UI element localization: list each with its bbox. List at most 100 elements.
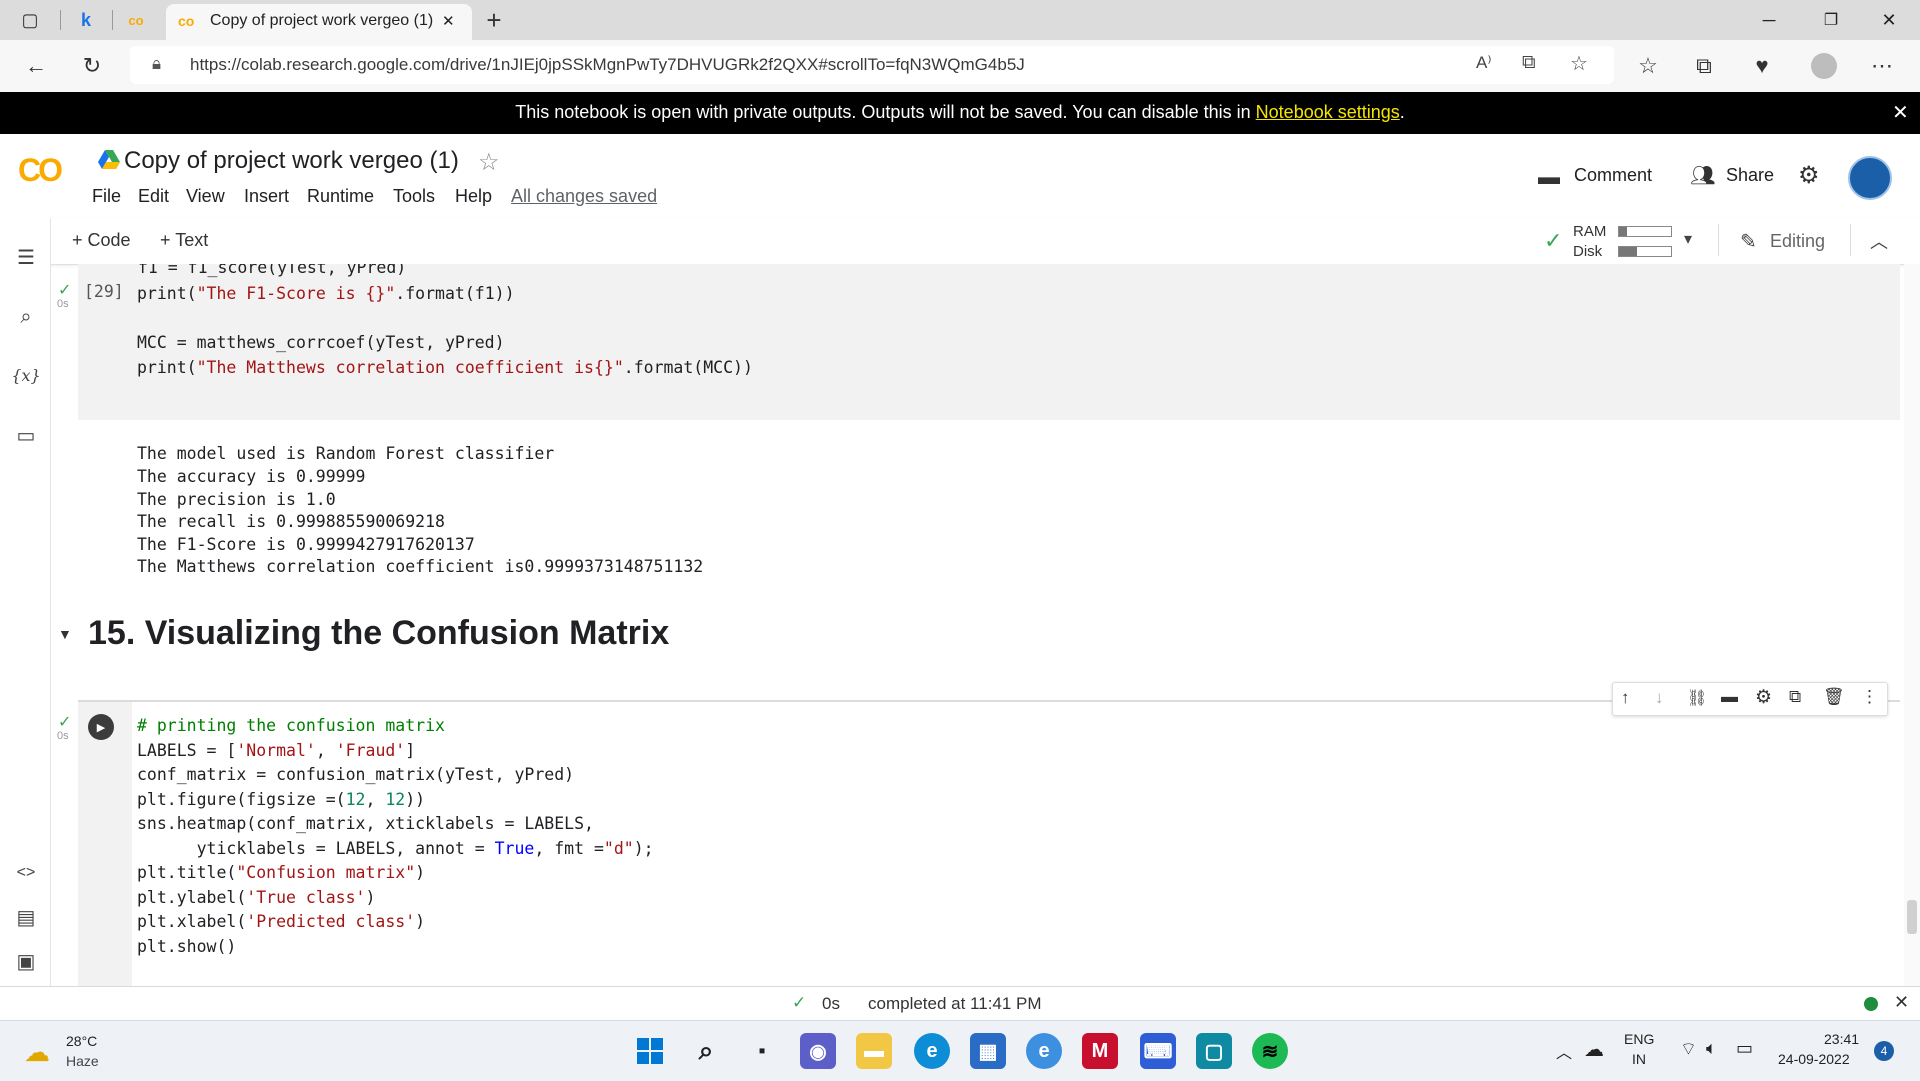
- teams-chat-icon[interactable]: ◉: [800, 1033, 836, 1069]
- status-close-icon[interactable]: ✕: [1894, 992, 1909, 1013]
- cell-settings-icon[interactable]: ⚙: [1755, 686, 1772, 709]
- wifi-icon[interactable]: ⌔: [1680, 1038, 1697, 1061]
- table-of-contents-icon[interactable]: ☰: [13, 244, 39, 270]
- settings-gear-icon[interactable]: ⚙: [1798, 161, 1820, 190]
- notebook-title[interactable]: Copy of project work vergeo (1): [124, 147, 459, 175]
- collapse-header-icon[interactable]: ︿: [1870, 228, 1888, 254]
- search-icon[interactable]: ⌕: [13, 304, 39, 330]
- move-cell-up-icon[interactable]: ↑: [1621, 688, 1630, 708]
- back-arrow-icon[interactable]: ←: [20, 50, 52, 82]
- notebook-settings-link[interactable]: Notebook settings: [1256, 102, 1400, 122]
- add-text-button[interactable]: + Text: [160, 230, 208, 251]
- star-icon[interactable]: ☆: [478, 148, 500, 177]
- variables-icon[interactable]: {x}: [11, 362, 40, 388]
- refresh-icon[interactable]: ↻: [76, 50, 108, 82]
- editing-mode-button[interactable]: Editing: [1770, 231, 1825, 252]
- code-editor[interactable]: # printing the confusion matrix LABELS =…: [132, 702, 1900, 986]
- clock-date[interactable]: 24-09-2022: [1778, 1051, 1850, 1067]
- restore-icon[interactable]: ❐: [1808, 6, 1854, 34]
- spotify-icon[interactable]: ≋: [1252, 1033, 1288, 1069]
- immersive-reader-icon[interactable]: ⧉: [1522, 52, 1536, 74]
- favorites-icon[interactable]: ☆: [1632, 50, 1664, 82]
- taskbar-search-icon[interactable]: ⌕: [688, 1033, 724, 1069]
- menu-file[interactable]: File: [92, 186, 121, 207]
- run-cell-button[interactable]: ▶: [88, 714, 114, 740]
- kaggle-tab-icon[interactable]: k: [74, 8, 98, 32]
- notification-badge[interactable]: 4: [1874, 1041, 1894, 1061]
- browser-essentials-icon[interactable]: ♥: [1746, 50, 1778, 82]
- show-hidden-icons-icon[interactable]: ︿: [1556, 1039, 1572, 1063]
- menu-edit[interactable]: Edit: [138, 186, 169, 207]
- share-people-icon[interactable]: 👥︎: [1690, 163, 1715, 188]
- region-label[interactable]: IN: [1632, 1051, 1646, 1067]
- notebook-scrollbar[interactable]: [1904, 264, 1920, 986]
- file-explorer-icon[interactable]: ▬: [856, 1033, 892, 1069]
- task-view-icon[interactable]: ▪: [744, 1033, 780, 1069]
- output-line: The recall is 0.999885590069218: [137, 512, 445, 531]
- status-completed-text[interactable]: completed at 11:41 PM: [868, 994, 1042, 1014]
- active-tab[interactable]: co Copy of project work vergeo (1) ✕: [166, 4, 472, 40]
- collections-icon[interactable]: ⧉: [1688, 50, 1720, 82]
- menu-tools[interactable]: Tools: [393, 186, 435, 207]
- battery-icon[interactable]: ▭: [1736, 1038, 1753, 1059]
- comment-cell-icon[interactable]: ▬: [1721, 687, 1738, 707]
- code-cell-29[interactable]: f1 = f1_score(yTest, yPred) print("The F…: [78, 264, 1900, 420]
- onedrive-icon[interactable]: ☁: [1584, 1037, 1604, 1062]
- weather-icon[interactable]: ☁: [24, 1037, 50, 1068]
- command-palette-icon[interactable]: ▤: [13, 904, 39, 930]
- profile-avatar-icon[interactable]: [1808, 50, 1840, 82]
- add-favorite-icon[interactable]: ☆: [1570, 51, 1588, 76]
- scrollbar-thumb[interactable]: [1907, 900, 1917, 934]
- weather-condition[interactable]: Haze: [66, 1053, 99, 1069]
- minimize-icon[interactable]: ─: [1746, 6, 1792, 34]
- link-icon[interactable]: ⛓: [1687, 688, 1707, 708]
- save-status-link[interactable]: All changes saved: [511, 186, 657, 207]
- tab-divider: [60, 10, 61, 30]
- settings-more-icon[interactable]: ⋯: [1866, 50, 1898, 82]
- tab-actions-icon[interactable]: ▢: [18, 8, 42, 32]
- code-cell-confusion-matrix[interactable]: ▶ # printing the confusion matrix LABELS…: [78, 700, 1900, 986]
- edge-browser-icon[interactable]: e: [914, 1033, 950, 1069]
- comment-icon[interactable]: ▬: [1538, 164, 1560, 190]
- menu-runtime[interactable]: Runtime: [307, 186, 374, 207]
- section-collapse-icon[interactable]: ▼: [58, 626, 72, 642]
- new-tab-button[interactable]: +: [482, 5, 506, 35]
- code-line: sns.heatmap(conf_matrix, xticklabels = L…: [137, 814, 594, 833]
- tab-divider: [112, 10, 113, 30]
- code-line: conf_matrix = confusion_matrix(yTest, yP…: [137, 765, 575, 784]
- photos-icon[interactable]: e: [1026, 1033, 1062, 1069]
- language-label[interactable]: ENG: [1624, 1031, 1654, 1047]
- clock-time[interactable]: 23:41: [1824, 1031, 1859, 1047]
- user-avatar[interactable]: [1848, 156, 1892, 200]
- delete-cell-icon[interactable]: 🗑︎: [1823, 687, 1845, 707]
- colab-tab-icon[interactable]: co: [124, 8, 148, 32]
- code-snippets-icon[interactable]: <>: [13, 860, 39, 886]
- mirror-cell-icon[interactable]: ⧉: [1789, 687, 1801, 707]
- url-input[interactable]: 🔒︎ https://colab.research.google.com/dri…: [130, 46, 1614, 84]
- tab-close-icon[interactable]: ✕: [442, 12, 455, 30]
- runtime-connected-dot: [1864, 997, 1878, 1011]
- more-options-icon[interactable]: ⋮: [1861, 687, 1878, 707]
- terminal-icon[interactable]: ▣: [13, 948, 39, 974]
- read-aloud-icon[interactable]: A⁾: [1476, 53, 1492, 73]
- window-close-icon[interactable]: ✕: [1866, 6, 1912, 34]
- volume-icon[interactable]: 🔈︎: [1706, 1038, 1717, 1059]
- quick-assist-icon[interactable]: ⌨: [1140, 1033, 1176, 1069]
- share-button[interactable]: Share: [1726, 165, 1774, 186]
- files-folder-icon[interactable]: ▭: [13, 422, 39, 448]
- menu-view[interactable]: View: [186, 186, 225, 207]
- start-windows-icon[interactable]: [632, 1033, 668, 1069]
- teal-app-icon[interactable]: ▢: [1196, 1033, 1232, 1069]
- menu-help[interactable]: Help: [455, 186, 492, 207]
- weather-temp[interactable]: 28°C: [66, 1033, 97, 1049]
- menu-insert[interactable]: Insert: [244, 186, 289, 207]
- banner-close-icon[interactable]: ✕: [1892, 100, 1909, 125]
- resources-dropdown-icon[interactable]: ▾: [1684, 229, 1692, 249]
- move-cell-down-icon[interactable]: ↓: [1655, 688, 1664, 708]
- store-icon[interactable]: ▦: [970, 1033, 1006, 1069]
- comment-button[interactable]: Comment: [1574, 165, 1652, 186]
- add-code-button[interactable]: + Code: [72, 230, 131, 251]
- address-bar: ← ↻ 🔒︎ https://colab.research.google.com…: [0, 40, 1920, 93]
- colab-logo[interactable]: CO: [18, 152, 63, 189]
- mcafee-icon[interactable]: M: [1082, 1033, 1118, 1069]
